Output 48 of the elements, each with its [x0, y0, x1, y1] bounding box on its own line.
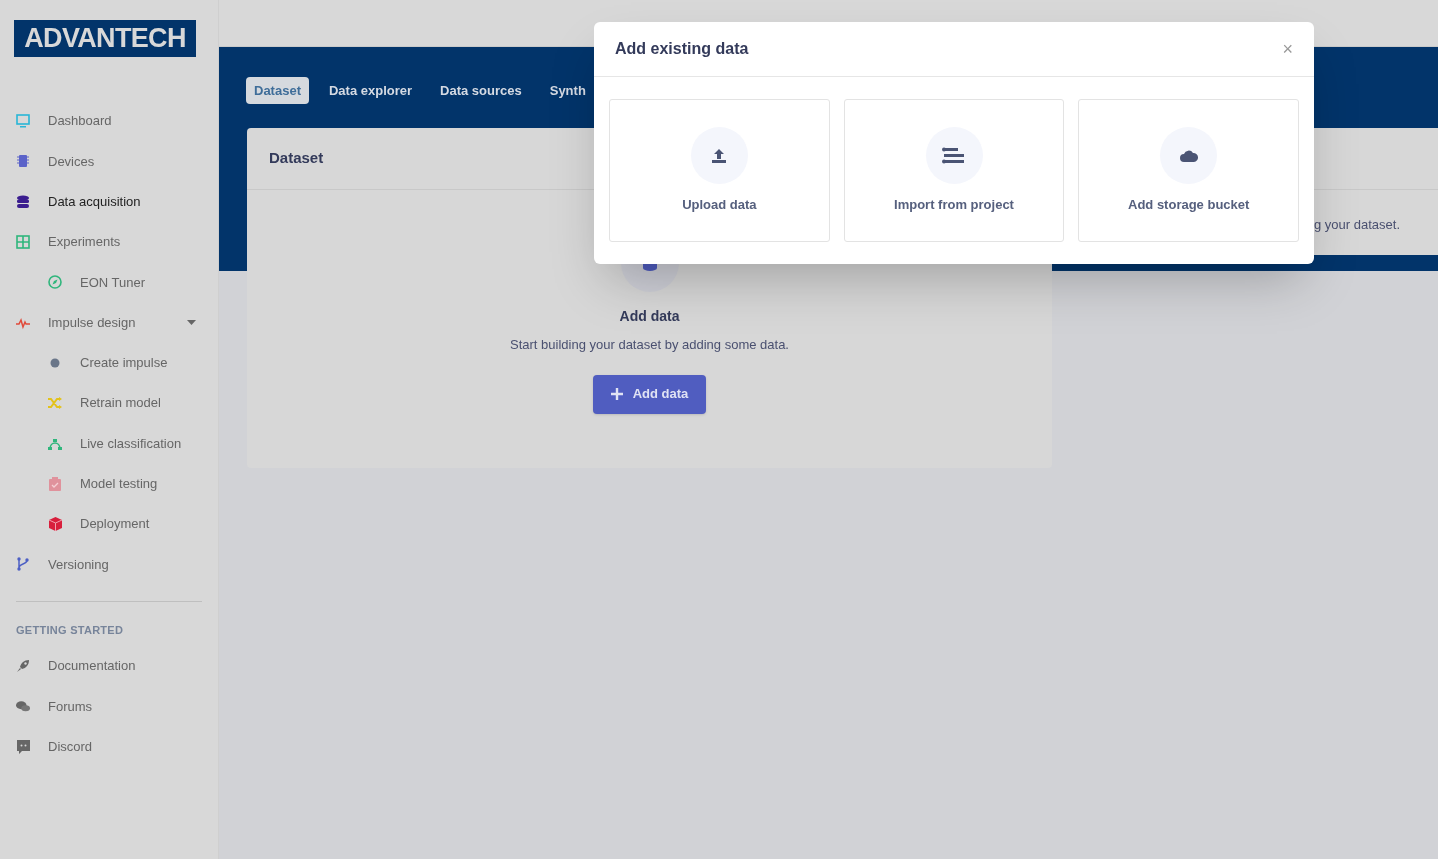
empty-title: Add data — [619, 307, 680, 326]
plus-icon — [610, 388, 623, 400]
add-data-button[interactable]: Add data — [592, 374, 707, 414]
nav-item[interactable]: EON Tuner — [0, 262, 218, 303]
monitor-icon — [16, 114, 30, 129]
upload-icon — [711, 147, 728, 164]
branch-icon — [17, 557, 29, 572]
empty-text: Start building your dataset by adding some data. — [510, 336, 789, 354]
dot-icon — [50, 357, 60, 368]
card-title: Dataset — [269, 148, 324, 169]
section-title: GETTING STARTED — [16, 622, 125, 638]
tab[interactable]: Synth — [541, 77, 594, 104]
clipboard-icon — [49, 476, 61, 491]
option-card[interactable]: Import from project — [843, 99, 1065, 242]
nav-item[interactable]: Impulse design — [0, 302, 218, 343]
nav-item[interactable]: Experiments — [0, 221, 218, 263]
nav-link[interactable]: Discord — [0, 726, 218, 767]
option-card[interactable]: Upload data — [609, 99, 830, 242]
nav-item[interactable]: Versioning — [0, 544, 218, 585]
curve-icon — [48, 437, 62, 450]
chip-icon — [16, 154, 30, 169]
nav-item[interactable]: Devices — [0, 141, 218, 182]
logo[interactable]: ADVANTECH — [14, 20, 196, 57]
close-button[interactable]: × — [1282, 40, 1293, 58]
nav-link[interactable]: Documentation — [0, 646, 218, 687]
cloud-icon — [1179, 149, 1198, 162]
shuffle-icon — [48, 397, 62, 410]
tab[interactable]: Data sources — [432, 77, 530, 104]
tab[interactable]: Data explorer — [320, 77, 421, 104]
modal-title: Add existing data — [615, 39, 749, 59]
rocket-icon — [16, 659, 30, 674]
compass-icon — [48, 275, 62, 290]
nav-item[interactable]: Live classification — [0, 423, 218, 464]
nav-link[interactable]: Forums — [0, 686, 218, 727]
nav-item[interactable]: Dashboard — [0, 101, 218, 142]
cube-icon — [48, 517, 62, 532]
nav-item[interactable]: Data acquisition — [0, 181, 218, 222]
nav-item[interactable]: Model testing — [0, 463, 218, 504]
nav-item[interactable]: Retrain model — [0, 383, 218, 424]
card-text: g your dataset. — [1314, 217, 1400, 232]
tab[interactable]: Dataset — [246, 77, 309, 104]
chat-icon — [16, 700, 30, 713]
message-icon — [16, 739, 30, 754]
grid-icon — [16, 235, 30, 250]
option-card[interactable]: Add storage bucket — [1078, 99, 1299, 242]
list-icon — [942, 146, 966, 165]
nav-item[interactable]: Deployment — [0, 503, 218, 545]
nav-item[interactable]: Create impulse — [0, 342, 218, 384]
